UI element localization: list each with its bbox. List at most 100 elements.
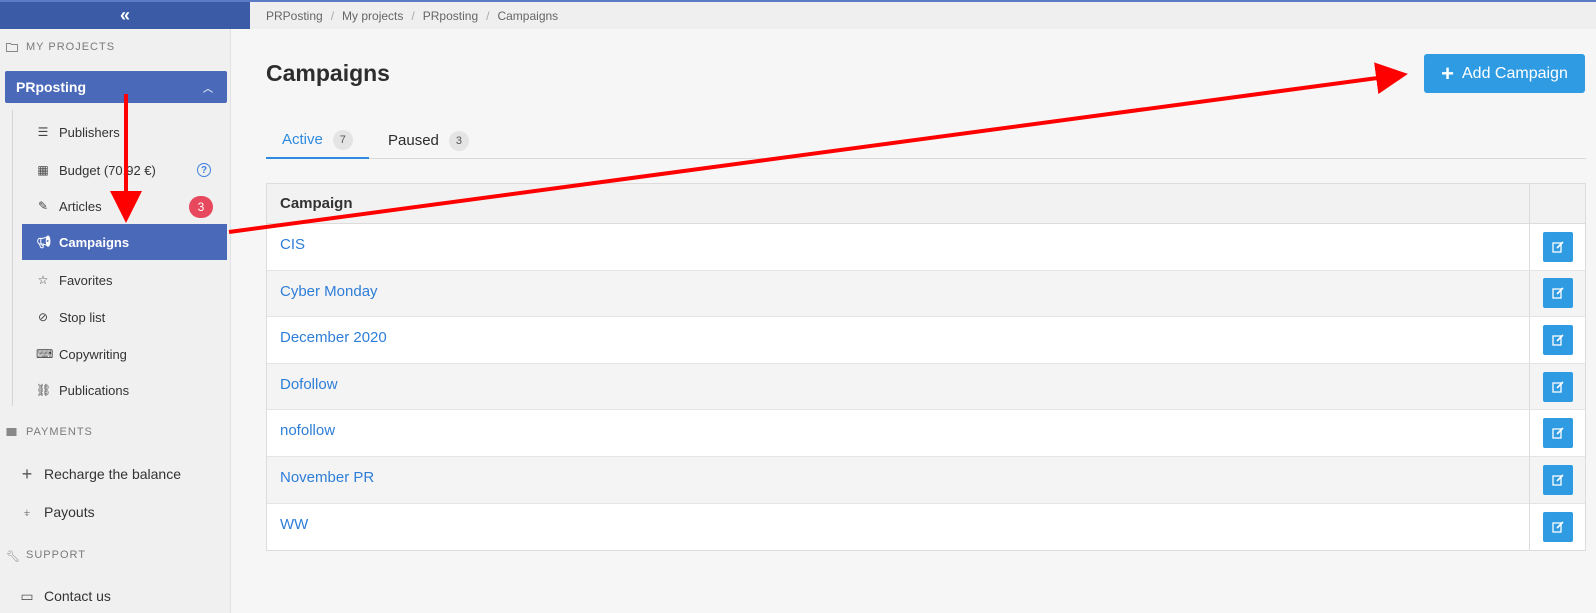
campaign-link[interactable]: November PR bbox=[267, 457, 1529, 503]
edit-campaign-button[interactable] bbox=[1542, 418, 1573, 449]
campaign-link[interactable]: WW bbox=[267, 504, 1529, 551]
sidebar-item-label: Publishers bbox=[59, 124, 120, 140]
page-title: Campaigns bbox=[266, 60, 390, 86]
edit-icon bbox=[1551, 287, 1564, 300]
sidebar-item-favorites[interactable]: ☆ Favorites bbox=[22, 262, 227, 298]
edit-icon bbox=[1551, 427, 1564, 439]
table-header: Campaign bbox=[267, 184, 1585, 224]
campaigns-table: Campaign CIS Cyber Monday December 2020 Dof… bbox=[266, 183, 1586, 552]
star-icon: ☆ bbox=[37, 273, 49, 287]
edit-campaign-button[interactable] bbox=[1542, 511, 1573, 542]
sidebar-item-budget[interactable]: ▦ Budget (70.92 €) ? bbox=[22, 152, 227, 188]
network-icon: ⛓ bbox=[36, 383, 52, 397]
breadcrumb: PRPosting / My projects / PRposting / Ca… bbox=[250, 0, 1596, 29]
megaphone-icon: 📢︎ bbox=[36, 235, 52, 249]
sidebar-item-label: Publications bbox=[59, 382, 130, 398]
ban-icon: ⊘ bbox=[37, 310, 49, 324]
campaign-link[interactable]: Cyber Monday bbox=[267, 271, 1529, 317]
table-row: CIS bbox=[267, 224, 1585, 271]
campaign-link[interactable]: CIS bbox=[267, 224, 1529, 270]
sidebar-item-articles[interactable]: ✎ Articles 3 bbox=[22, 188, 227, 224]
table-row: Cyber Monday bbox=[267, 270, 1585, 318]
tab-label: Paused bbox=[388, 132, 439, 149]
edit-campaign-button[interactable] bbox=[1542, 371, 1573, 402]
contact-label: Contact us bbox=[44, 588, 111, 604]
breadcrumb-separator: / bbox=[411, 8, 415, 23]
sidebar-item-stop-list[interactable]: ⊘ Stop list bbox=[22, 299, 227, 335]
row-actions-cell bbox=[1529, 317, 1585, 363]
breadcrumb-separator: / bbox=[330, 8, 335, 23]
keyboard-icon: ⌨ bbox=[36, 347, 54, 361]
breadcrumb-item-home[interactable]: PRPosting bbox=[266, 9, 323, 23]
tab-active[interactable]: Active 7 bbox=[266, 122, 369, 159]
row-actions-cell bbox=[1529, 410, 1585, 456]
edit-icon bbox=[1551, 474, 1564, 486]
table-row: Dofollow bbox=[267, 363, 1585, 411]
tab-count-badge: 3 bbox=[448, 130, 469, 151]
project-name: PRposting bbox=[16, 79, 86, 95]
wrench-icon: 🔧︎ bbox=[6, 551, 21, 563]
payments-section-title: PAYMENTS bbox=[6, 426, 93, 438]
edit-icon bbox=[1551, 381, 1564, 393]
campaign-tabs: Active 7 Paused 3 bbox=[266, 122, 1586, 159]
plus-icon: + bbox=[21, 463, 33, 484]
row-actions-cell bbox=[1529, 456, 1585, 503]
support-section-title: 🔧︎ SUPPORT bbox=[6, 549, 86, 563]
edit-campaign-button[interactable] bbox=[1542, 324, 1573, 355]
sidebar-item-copywriting[interactable]: ⌨ Copywriting bbox=[22, 336, 227, 372]
payouts-link[interactable]: ⍖ Payouts bbox=[20, 498, 95, 526]
add-campaign-label: Add Campaign bbox=[1462, 64, 1568, 82]
calculator-icon: ▦ bbox=[37, 163, 49, 177]
wallet-icon bbox=[6, 428, 17, 436]
sidebar-item-label: Favorites bbox=[59, 272, 113, 288]
plus-icon: + bbox=[1441, 60, 1454, 86]
pencil-icon: ✎ bbox=[37, 199, 49, 213]
edit-campaign-button[interactable] bbox=[1542, 278, 1573, 309]
project-dropdown[interactable]: PRposting ︿ bbox=[5, 71, 227, 103]
folder-icon bbox=[6, 43, 18, 52]
row-actions-cell bbox=[1529, 363, 1585, 410]
hand-coin-icon: ⍖ bbox=[22, 503, 32, 520]
campaign-link[interactable]: nofollow bbox=[267, 410, 1529, 456]
breadcrumb-item-my-projects[interactable]: My projects bbox=[342, 9, 403, 23]
sidebar-item-label: Articles bbox=[59, 198, 102, 214]
tab-paused[interactable]: Paused 3 bbox=[372, 122, 485, 159]
edit-icon bbox=[1551, 334, 1564, 346]
column-header-actions bbox=[1529, 184, 1585, 223]
column-header-campaign: Campaign bbox=[280, 195, 353, 212]
edit-campaign-button[interactable] bbox=[1542, 464, 1573, 495]
add-campaign-button[interactable]: + Add Campaign bbox=[1424, 54, 1585, 93]
table-row: November PR bbox=[267, 456, 1585, 504]
row-actions-cell bbox=[1529, 270, 1585, 317]
sidebar-item-label: Campaigns bbox=[59, 234, 130, 250]
sidebar-item-label: Budget (70.92 €) bbox=[59, 162, 156, 178]
tab-count-badge: 7 bbox=[332, 129, 353, 150]
contact-us-link[interactable]: ▭ Contact us bbox=[20, 582, 111, 610]
sidebar-collapse-button[interactable]: « bbox=[0, 0, 250, 29]
breadcrumb-item-project[interactable]: PRposting bbox=[423, 9, 478, 23]
edit-campaign-button[interactable] bbox=[1542, 231, 1573, 262]
campaign-link[interactable]: December 2020 bbox=[267, 317, 1529, 363]
sidebar-item-label: Stop list bbox=[59, 309, 106, 325]
articles-count-badge: 3 bbox=[189, 196, 213, 218]
sidebar-item-publishers[interactable]: ☰ Publishers bbox=[22, 114, 227, 150]
my-projects-section-title: MY PROJECTS bbox=[6, 41, 115, 53]
row-actions-cell bbox=[1529, 503, 1585, 551]
edit-icon bbox=[1551, 521, 1564, 533]
payouts-label: Payouts bbox=[44, 504, 95, 520]
sidebar-item-campaigns[interactable]: 📢︎ Campaigns bbox=[22, 224, 227, 260]
breadcrumb-item-current: Campaigns bbox=[497, 8, 559, 23]
table-row: December 2020 bbox=[267, 317, 1585, 364]
breadcrumb-separator: / bbox=[486, 8, 490, 23]
row-actions-cell bbox=[1529, 224, 1585, 270]
sidebar-item-publications[interactable]: ⛓ Publications bbox=[22, 372, 227, 408]
chat-icon: ▭ bbox=[20, 587, 34, 604]
sidebar-item-label: Copywriting bbox=[59, 346, 127, 362]
recharge-balance-link[interactable]: + Recharge the balance bbox=[20, 460, 181, 488]
list-icon: ☰ bbox=[37, 125, 49, 139]
help-icon[interactable]: ? bbox=[197, 163, 211, 177]
collapse-label: « bbox=[119, 5, 130, 25]
table-row: nofollow bbox=[267, 410, 1585, 457]
campaign-link[interactable]: Dofollow bbox=[267, 364, 1529, 410]
tab-label: Active bbox=[282, 131, 323, 148]
